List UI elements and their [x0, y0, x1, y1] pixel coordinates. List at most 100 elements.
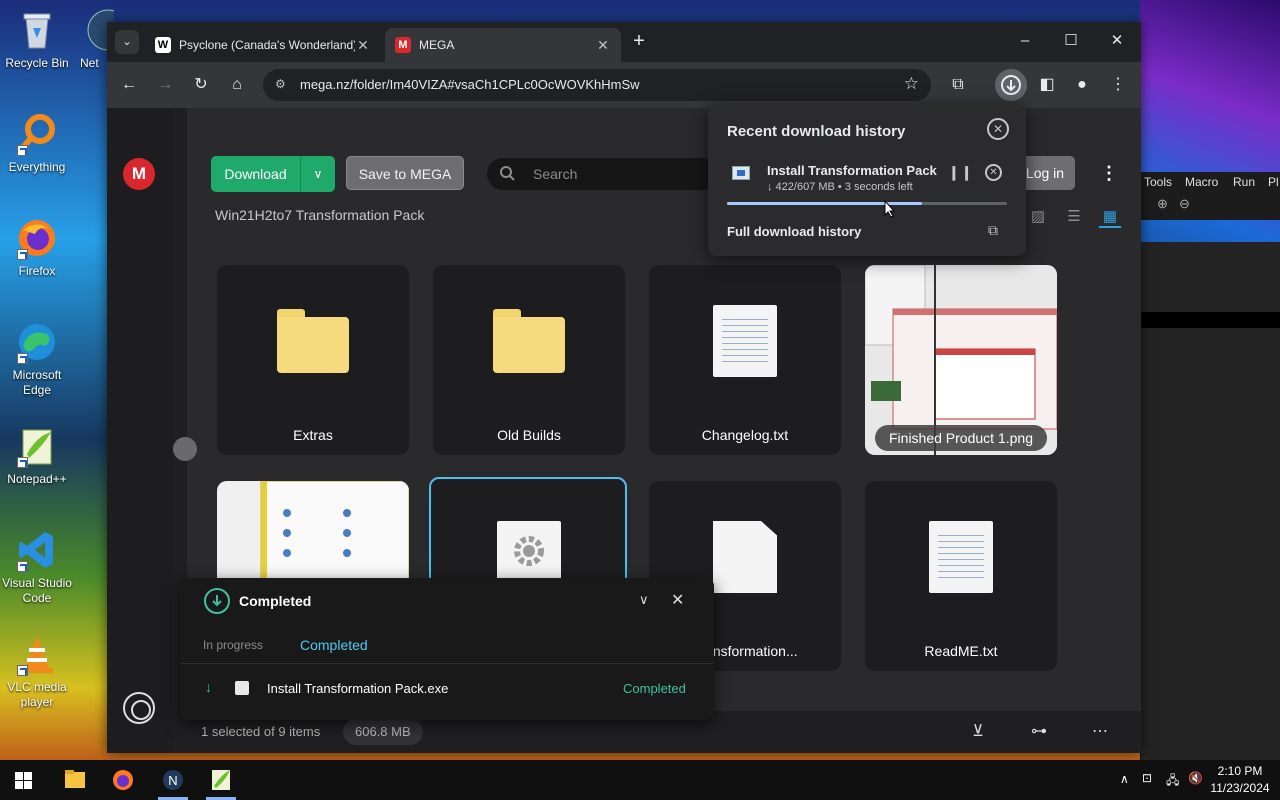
link-icon[interactable]: ⊶: [1028, 721, 1050, 743]
exe-file-icon: [732, 166, 750, 180]
file-name: Extras: [293, 427, 333, 443]
extensions-icon[interactable]: ⧉: [945, 72, 971, 98]
profile-icon[interactable]: ●: [1069, 72, 1095, 98]
menu-run[interactable]: Run: [1233, 175, 1255, 189]
taskbar-chrome[interactable]: N: [150, 760, 196, 800]
maximize-button[interactable]: ☐: [1048, 22, 1094, 62]
address-bar[interactable]: ⚙ mega.nz/folder/Im40VIZA#vsaCh1CPLc0OcW…: [263, 69, 931, 101]
close-window-button[interactable]: ✕: [1094, 22, 1140, 62]
file-card[interactable]: Finished Product 1.png: [865, 265, 1057, 455]
download-progress-bar: [727, 202, 1007, 205]
chevron-down-icon[interactable]: ∨: [639, 592, 649, 608]
desktop-icon-label: Notepad++: [7, 472, 67, 486]
taskbar-firefox[interactable]: [100, 760, 146, 800]
mouse-cursor-icon: [884, 200, 896, 218]
more-options-icon[interactable]: ⋮: [1097, 162, 1121, 186]
menu-tools[interactable]: Tools: [1144, 175, 1172, 189]
transfer-status: Completed: [623, 681, 686, 696]
download-button[interactable]: Download ∨: [211, 156, 335, 192]
network-icon[interactable]: 🖧: [1166, 771, 1179, 800]
chrome-menu-icon[interactable]: ⋮: [1105, 72, 1131, 98]
svg-text:N: N: [168, 773, 177, 788]
chevron-down-icon: ⌄: [122, 36, 132, 48]
search-icon: [500, 166, 515, 181]
close-icon[interactable]: ✕: [987, 118, 1009, 140]
account-ring-icon[interactable]: [123, 692, 155, 724]
close-icon[interactable]: ✕: [671, 590, 684, 610]
tray-app-icon[interactable]: ⊡: [1142, 771, 1152, 800]
desktop-icon-edge[interactable]: Microsoft Edge: [0, 320, 74, 398]
cancel-icon[interactable]: ✕: [985, 164, 1002, 181]
grid-view-icon[interactable]: ▦: [1099, 206, 1121, 228]
desktop-icon-label: VLC media player: [7, 680, 67, 709]
download-icon[interactable]: ⊻: [967, 721, 989, 743]
search-field[interactable]: [487, 158, 719, 190]
transfer-panel-title: Completed: [239, 593, 312, 609]
desktop-icon-everything[interactable]: Everything: [0, 112, 74, 175]
media-view-icon[interactable]: ▨: [1027, 206, 1049, 228]
gear-icon: [514, 536, 544, 566]
close-tab-icon[interactable]: ✕: [355, 37, 371, 54]
back-icon[interactable]: ←: [116, 72, 142, 98]
shortcut-arrow-icon: [17, 353, 28, 364]
sidebar-collapse-handle[interactable]: [173, 437, 197, 461]
tab-search-button[interactable]: ⌄: [115, 30, 139, 54]
mega-logo-icon[interactable]: M: [123, 158, 155, 190]
tab-psyclone[interactable]: W Psyclone (Canada's Wonderland) ✕: [145, 28, 381, 62]
tab-completed[interactable]: Completed: [300, 637, 368, 653]
file-card[interactable]: Changelog.txt: [649, 265, 841, 455]
close-tab-icon[interactable]: ✕: [595, 37, 611, 54]
menu-macro[interactable]: Macro: [1185, 175, 1218, 189]
downloads-button[interactable]: [995, 69, 1027, 101]
side-panel-icon[interactable]: ◧: [1034, 72, 1060, 98]
open-external-icon[interactable]: ⧉: [988, 222, 998, 239]
taskbar-notepadpp[interactable]: [198, 760, 244, 800]
download-file-name[interactable]: Install Transformation Pack.exe: [767, 163, 937, 178]
download-icon: [1001, 75, 1021, 95]
tab-mega[interactable]: M MEGA ✕: [385, 28, 621, 62]
mega-favicon-icon: M: [395, 37, 411, 53]
list-view-icon[interactable]: ☰: [1063, 206, 1085, 228]
transfer-row[interactable]: ↓ Install Transformation Pack.exe Comple…: [180, 670, 714, 706]
file-card[interactable]: ReadME.txt: [865, 481, 1057, 671]
save-to-mega-button[interactable]: Save to MEGA: [346, 156, 464, 190]
chevron-down-icon[interactable]: ∨: [301, 156, 335, 192]
transfer-panel-header: Completed ∨ ✕: [180, 578, 714, 624]
desktop-icon-vlc[interactable]: VLC media player: [0, 632, 74, 710]
tab-strip: ⌄ W Psyclone (Canada's Wonderland) ✕ M M…: [107, 22, 1141, 62]
menu-plugins[interactable]: Pl: [1268, 175, 1279, 189]
background-app-menubar: Tools Macro Run Pl ⊕ ⊖: [1141, 172, 1280, 220]
folder-icon: [493, 309, 565, 373]
pause-icon[interactable]: ❙❙: [948, 164, 973, 181]
desktop-icon-firefox[interactable]: Firefox: [0, 216, 74, 279]
desktop-icon-notepadpp[interactable]: Notepad++: [0, 424, 74, 487]
taskbar-file-explorer[interactable]: [52, 760, 98, 800]
new-tab-button[interactable]: +: [627, 30, 651, 54]
search-input[interactable]: [533, 164, 703, 184]
forward-icon[interactable]: →: [152, 72, 178, 98]
system-clock[interactable]: 2:10 PM 11/23/2024: [1208, 763, 1272, 797]
reload-icon[interactable]: ↻: [188, 72, 214, 98]
desktop-icon-recycle-bin[interactable]: Recycle Bin: [0, 8, 74, 71]
tab-in-progress[interactable]: In progress: [203, 638, 263, 652]
download-bubble-title: Recent download history: [727, 123, 906, 140]
firefox-icon: [113, 770, 133, 790]
transfer-tabs: In progress Completed: [180, 632, 714, 664]
zoom-out-icon[interactable]: ⊖: [1179, 196, 1190, 212]
show-hidden-icons-chevron-icon[interactable]: ∧: [1120, 772, 1129, 800]
text-file-icon: [929, 521, 993, 593]
more-options-icon[interactable]: ⋯: [1089, 721, 1111, 743]
home-icon[interactable]: ⌂: [224, 72, 250, 98]
full-download-history-link[interactable]: Full download history: [727, 224, 861, 239]
site-info-icon[interactable]: ⚙: [275, 77, 289, 91]
volume-muted-icon[interactable]: 🔇: [1188, 771, 1203, 800]
zoom-in-icon[interactable]: ⊕: [1157, 196, 1168, 212]
desktop-icon-vscode[interactable]: Visual Studio Code: [0, 528, 74, 606]
transfer-file-name: Install Transformation Pack.exe: [267, 681, 449, 696]
file-card[interactable]: Old Builds: [433, 265, 625, 455]
folder-title: Win21H2to7 Transformation Pack: [215, 207, 425, 223]
start-button[interactable]: [0, 760, 46, 800]
minimize-button[interactable]: –: [1002, 22, 1048, 62]
file-card[interactable]: Extras: [217, 265, 409, 455]
bookmark-star-icon[interactable]: ☆: [904, 74, 919, 94]
